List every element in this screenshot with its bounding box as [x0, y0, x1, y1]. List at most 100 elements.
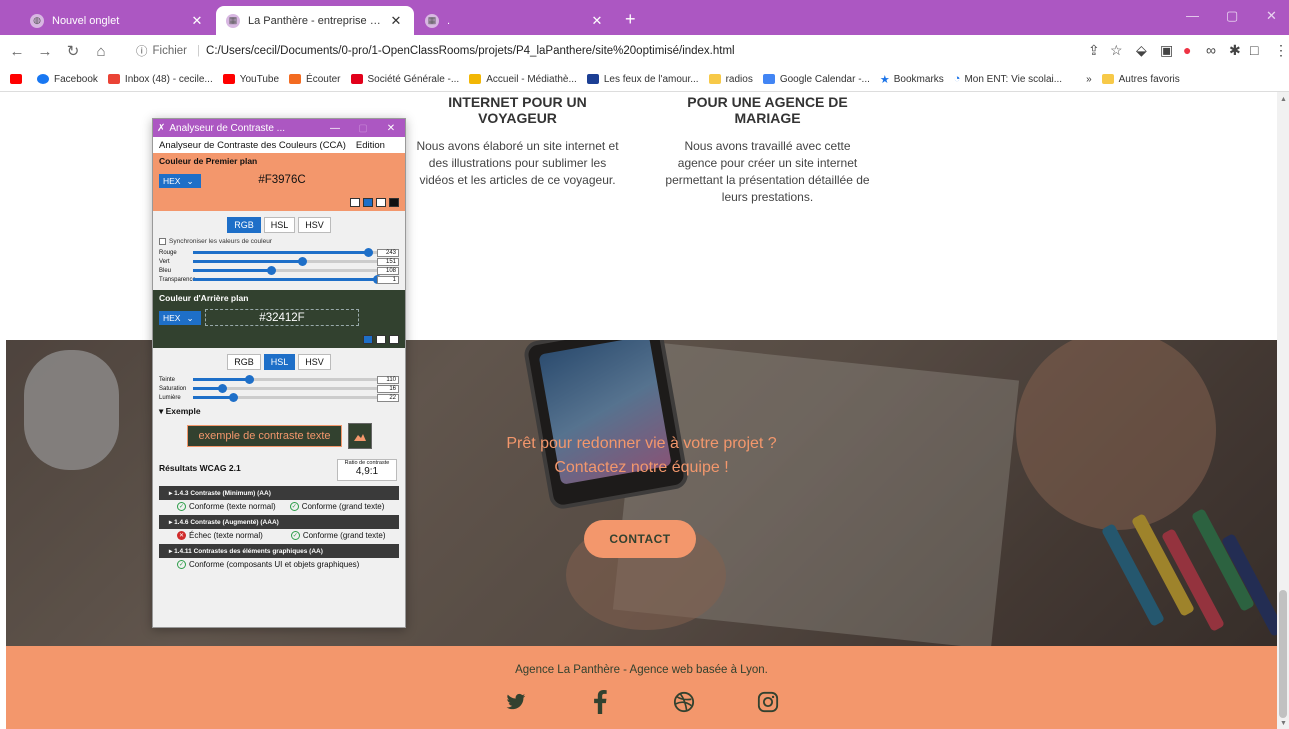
bookmark-item[interactable]: [10, 74, 27, 84]
page-scrollbar[interactable]: ▲ ▼: [1277, 92, 1289, 729]
tab-third[interactable]: ▦ . ✕: [415, 6, 615, 35]
foreground-hex-input[interactable]: #F3976C: [205, 172, 359, 189]
bookmark-item[interactable]: Facebook: [37, 74, 98, 85]
bookmark-item[interactable]: Inbox (48) - cecile...: [107, 74, 213, 85]
eyedropper-icon[interactable]: [376, 335, 386, 344]
slider-value-input[interactable]: 108: [377, 266, 399, 275]
criterion-1-4-3[interactable]: ▸ 1.4.3 Contraste (Minimum) (AA): [159, 486, 399, 500]
background-hex-input[interactable]: #32412F: [205, 309, 359, 326]
contact-button[interactable]: CONTACT: [584, 520, 696, 558]
close-window-icon[interactable]: ✕: [1266, 8, 1277, 24]
more-bookmarks-button[interactable]: »: [1086, 74, 1092, 85]
slider-track[interactable]: [193, 266, 377, 275]
bookmark-item[interactable]: ◔ Mon ENT: Vie scolai...: [954, 73, 1062, 85]
background-format-select[interactable]: HEX ⌄: [159, 311, 201, 325]
slider-track[interactable]: [193, 257, 377, 266]
other-bookmarks-folder[interactable]: Autres favoris: [1101, 74, 1180, 85]
slider-value-input[interactable]: 110: [377, 375, 399, 384]
mode-hsv[interactable]: HSV: [298, 354, 331, 370]
slider-handle[interactable]: [229, 393, 239, 402]
bookmark-item[interactable]: YouTube: [222, 74, 279, 85]
slider-track[interactable]: [193, 384, 377, 393]
star-icon[interactable]: ☆: [1110, 42, 1123, 59]
preview-image-icon[interactable]: [348, 423, 372, 449]
bookmark-item[interactable]: Accueil - Médiathè...: [469, 74, 577, 85]
example-toggle[interactable]: ▾ Exemple: [153, 402, 405, 419]
home-icon[interactable]: ⌂: [90, 43, 112, 60]
twitter-icon[interactable]: [502, 688, 530, 716]
mode-hsv[interactable]: HSV: [298, 217, 331, 233]
facebook-icon[interactable]: [586, 688, 614, 716]
menu-item-cca[interactable]: Analyseur de Contraste des Couleurs (CCA…: [159, 140, 346, 151]
slider-value-input[interactable]: 151: [377, 257, 399, 266]
slider-handle[interactable]: [245, 375, 255, 384]
slider-rouge[interactable]: Rouge 243: [153, 248, 405, 257]
compare-icon[interactable]: [350, 198, 360, 207]
menu-item-edition[interactable]: Edition: [356, 140, 385, 151]
back-icon[interactable]: ←: [6, 43, 28, 60]
bookmark-item[interactable]: Écouter: [289, 74, 341, 85]
minimize-window-icon[interactable]: —: [1186, 8, 1199, 23]
slider-track[interactable]: [193, 375, 377, 384]
dribbble-icon[interactable]: [670, 688, 698, 716]
instagram-icon[interactable]: [754, 688, 782, 716]
mode-hsl[interactable]: HSL: [263, 217, 296, 233]
extension-icon[interactable]: ●: [1183, 42, 1191, 58]
maximize-window-icon[interactable]: ▢: [1226, 8, 1238, 24]
slider-track[interactable]: [193, 393, 377, 402]
slider-value-input[interactable]: 22: [377, 393, 399, 402]
slider-transparence[interactable]: Transparence 1: [153, 275, 405, 284]
criterion-1-4-11[interactable]: ▸ 1.4.11 Contrastes des éléments graphiq…: [159, 544, 399, 558]
scrollbar-thumb[interactable]: [1279, 590, 1287, 718]
close-icon[interactable]: ✕: [589, 13, 605, 29]
slider-handle[interactable]: [267, 266, 277, 275]
tab-la-panthere[interactable]: ▦ La Panthère - entreprise web des ✕: [216, 6, 414, 35]
sync-colors-checkbox[interactable]: Synchroniser les valeurs de couleur: [153, 238, 405, 245]
foreground-format-select[interactable]: HEX ⌄: [159, 174, 201, 188]
help-icon[interactable]: [389, 198, 399, 207]
close-window-icon[interactable]: ✕: [377, 123, 405, 134]
bookmark-item[interactable]: ★ Bookmarks: [880, 73, 944, 86]
slider-value-input[interactable]: 243: [377, 248, 399, 257]
slider-value-input[interactable]: 1: [377, 275, 399, 284]
slider-saturation[interactable]: Saturation 16: [153, 384, 405, 393]
info-icon[interactable]: ⓘ: [136, 43, 148, 59]
slider-value-input[interactable]: 16: [377, 384, 399, 393]
slider-handle[interactable]: [218, 384, 228, 393]
reload-icon[interactable]: ↻: [62, 42, 84, 60]
close-icon[interactable]: ✕: [189, 13, 205, 29]
extension-icon[interactable]: ⬙: [1136, 42, 1147, 59]
color-picker-icon[interactable]: [363, 335, 373, 344]
scroll-down-icon[interactable]: ▼: [1280, 720, 1287, 727]
close-icon[interactable]: ✕: [388, 13, 404, 29]
mode-hsl[interactable]: HSL: [263, 354, 296, 370]
address-bar[interactable]: ⓘ Fichier | C:/Users/cecil/Documents/0-p…: [128, 39, 1073, 63]
minimize-window-icon[interactable]: —: [321, 123, 349, 134]
criterion-1-4-6[interactable]: ▸ 1.4.6 Contraste (Augmenté) (AAA): [159, 515, 399, 529]
new-tab-button[interactable]: +: [625, 9, 636, 30]
slider-handle[interactable]: [297, 257, 307, 266]
slider-track[interactable]: [193, 275, 382, 284]
tab-new-tab[interactable]: ◍ Nouvel onglet ✕: [20, 6, 215, 35]
slider-track[interactable]: [193, 248, 377, 257]
extension-icon[interactable]: ▣: [1160, 42, 1173, 59]
mode-rgb[interactable]: RGB: [227, 217, 261, 233]
share-icon[interactable]: ⇪: [1088, 42, 1100, 59]
slider-bleu[interactable]: Bleu 108: [153, 266, 405, 275]
menu-icon[interactable]: ⋮: [1274, 42, 1288, 59]
extension-icon[interactable]: ∞: [1206, 42, 1216, 58]
slider-lumière[interactable]: Lumière 22: [153, 393, 405, 402]
bookmark-item[interactable]: Google Calendar -...: [762, 74, 870, 85]
scroll-up-icon[interactable]: ▲: [1280, 96, 1287, 103]
help-icon[interactable]: [389, 335, 399, 344]
bookmark-folder[interactable]: radios: [708, 74, 753, 85]
bookmark-item[interactable]: Société Générale -...: [350, 74, 459, 85]
bookmark-item[interactable]: Les feux de l'amour...: [586, 74, 699, 85]
maximize-window-icon[interactable]: ▢: [349, 123, 377, 134]
color-picker-icon[interactable]: [363, 198, 373, 207]
eyedropper-icon[interactable]: [376, 198, 386, 207]
forward-icon[interactable]: →: [34, 43, 56, 60]
sidebar-icon[interactable]: □: [1250, 42, 1258, 58]
cca-title-bar[interactable]: ✗ Analyseur de Contraste ... — ▢ ✕: [153, 119, 405, 137]
slider-vert[interactable]: Vert 151: [153, 257, 405, 266]
